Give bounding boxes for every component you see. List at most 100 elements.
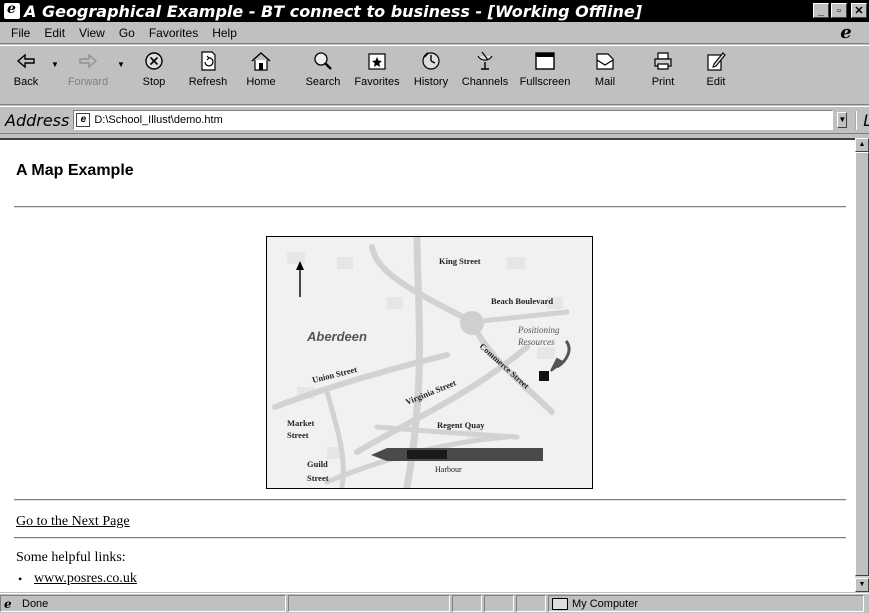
edit-button[interactable]: Edit [692,46,740,102]
close-button[interactable]: ✕ [851,3,867,18]
status-bar: e Done My Computer [0,593,869,613]
print-label: Print [651,76,675,88]
status-text: Done [22,597,49,610]
next-page-link[interactable]: Go to the Next Page [16,514,130,530]
favorites-label: Favorites [354,76,400,88]
map-label-positioning-2: Resources [517,337,555,347]
status-text-pane: e Done [0,595,286,612]
vertical-scrollbar[interactable]: ▲ ▼ [855,138,869,592]
scroll-up-button[interactable]: ▲ [855,138,869,152]
mail-label: Mail [594,76,616,88]
address-bar: Address e D:\School_Illust\demo.htm ▼ Li… [0,106,869,134]
helpful-links-heading: Some helpful links: [16,550,126,565]
address-label: Address [5,110,70,130]
history-button[interactable]: History [406,46,456,102]
favorites-icon [366,50,388,72]
status-zone-pane: My Computer [548,595,864,612]
map-label-market-street-2: Street [287,430,309,440]
horizontal-rule [14,537,846,539]
refresh-button[interactable]: Refresh [180,46,236,102]
back-arrow-icon [15,50,37,72]
page-icon: e [76,113,91,127]
search-label: Search [305,76,341,88]
map-image: King Street Beach Boulevard Union Street… [266,236,593,489]
home-label: Home [246,76,276,88]
history-icon [420,50,442,72]
search-icon [312,50,334,72]
status-pane [516,595,546,612]
maximize-button[interactable]: ▫ [831,3,847,18]
back-button[interactable]: Back [4,46,48,102]
ie-status-icon: e [4,596,12,611]
history-label: History [413,76,449,88]
fullscreen-icon [534,50,556,72]
forward-arrow-icon [77,50,99,72]
map-label-positioning-1: Positioning [517,325,560,335]
favorites-button[interactable]: Favorites [348,46,406,102]
status-pane [288,595,450,612]
page-content: A Map Example King Street Beach Boulevar… [0,138,855,592]
menu-favorites[interactable]: Favorites [142,26,205,40]
fullscreen-button[interactable]: Fullscreen [514,46,576,102]
channels-button[interactable]: Channels [456,46,514,102]
channels-icon [474,50,496,72]
address-dropdown-button[interactable]: ▼ [837,112,848,128]
page-title: A Map Example [16,162,134,179]
forward-label: Forward [67,76,109,88]
address-value[interactable]: D:\School_Illust\demo.htm [94,114,222,126]
map-label-regent-quay: Regent Quay [437,420,485,430]
back-label: Back [13,76,39,88]
status-pane [484,595,514,612]
links-button[interactable]: Links [855,110,869,130]
forward-button[interactable]: Forward [62,46,114,102]
refresh-icon [197,50,219,72]
stop-icon [143,50,165,72]
scroll-thumb[interactable] [855,152,869,576]
window-title: A Geographical Example - BT connect to b… [24,1,643,21]
mail-icon [594,50,616,72]
menu-go[interactable]: Go [112,26,142,40]
window-controls: _ ▫ ✕ [813,3,867,18]
refresh-label: Refresh [188,76,228,88]
computer-icon [552,597,568,610]
map-label-beach-boulevard: Beach Boulevard [491,296,553,306]
stop-label: Stop [142,76,166,88]
menu-bar: File Edit View Go Favorites Help e [0,22,869,44]
edit-icon [705,50,727,72]
minimize-button[interactable]: _ [813,3,829,18]
home-icon [250,50,272,72]
edit-label: Edit [706,76,726,88]
forward-dropdown-arrow[interactable]: ▼ [114,46,128,102]
stop-button[interactable]: Stop [128,46,180,102]
channels-label: Channels [461,76,509,88]
map-label-king-street: King Street [439,256,481,266]
map-label-guild-street-2: Street [307,473,329,483]
menu-view[interactable]: View [72,26,112,40]
status-pane [452,595,482,612]
back-dropdown-arrow[interactable]: ▼ [48,46,62,102]
toolbar: Back ▼ Forward ▼ Stop Refresh Home Searc… [0,45,869,105]
map-label-guild-street-1: Guild [307,459,328,469]
menu-help[interactable]: Help [205,26,244,40]
address-field[interactable]: e D:\School_Illust\demo.htm [73,110,834,130]
mail-button[interactable]: Mail [576,46,634,102]
map-label-aberdeen: Aberdeen [306,329,367,344]
scroll-down-button[interactable]: ▼ [855,578,869,592]
status-zone: My Computer [572,597,639,610]
ie-window-icon[interactable] [4,1,20,19]
fullscreen-label: Fullscreen [519,76,571,88]
horizontal-rule [14,206,846,208]
toolbar-separator [286,46,298,102]
print-button[interactable]: Print [634,46,692,102]
horizontal-rule [14,499,846,501]
title-bar: A Geographical Example - BT connect to b… [0,0,869,22]
menu-file[interactable]: File [4,26,37,40]
home-button[interactable]: Home [236,46,286,102]
posres-link[interactable]: www.posres.co.uk [34,571,137,587]
map-label-harbour: Harbour [435,465,462,474]
print-icon [652,50,674,72]
menu-edit[interactable]: Edit [37,26,72,40]
map-label-market-street-1: Market [287,418,315,428]
search-button[interactable]: Search [298,46,348,102]
ie-logo-icon: e [840,22,852,43]
